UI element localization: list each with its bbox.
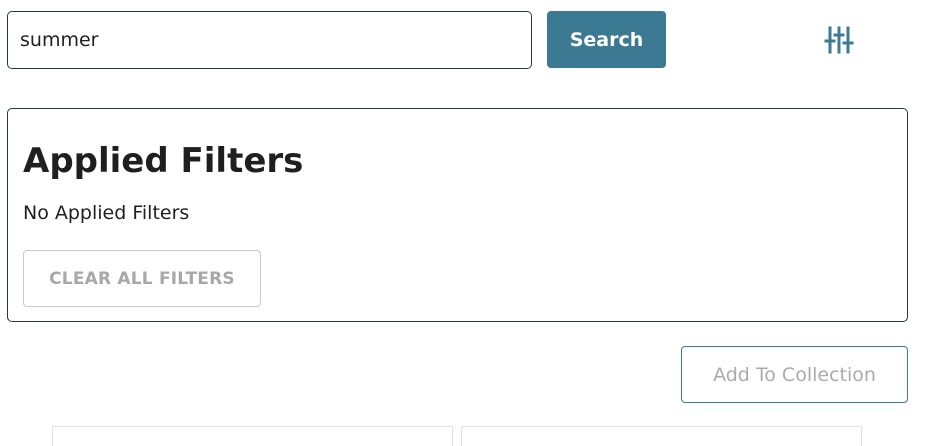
add-to-collection-button[interactable]: Add To Collection: [681, 346, 908, 403]
filter-toggle-button[interactable]: [818, 20, 860, 60]
result-card[interactable]: [52, 426, 453, 446]
result-card[interactable]: [461, 426, 862, 446]
search-button[interactable]: Search: [547, 11, 666, 68]
applied-filters-panel: Applied Filters No Applied Filters CLEAR…: [7, 108, 908, 322]
no-filters-message: No Applied Filters: [23, 202, 190, 224]
sliders-icon: [824, 26, 854, 54]
applied-filters-heading: Applied Filters: [23, 141, 304, 181]
clear-all-filters-button[interactable]: CLEAR ALL FILTERS: [23, 250, 261, 307]
search-input[interactable]: [7, 11, 532, 69]
